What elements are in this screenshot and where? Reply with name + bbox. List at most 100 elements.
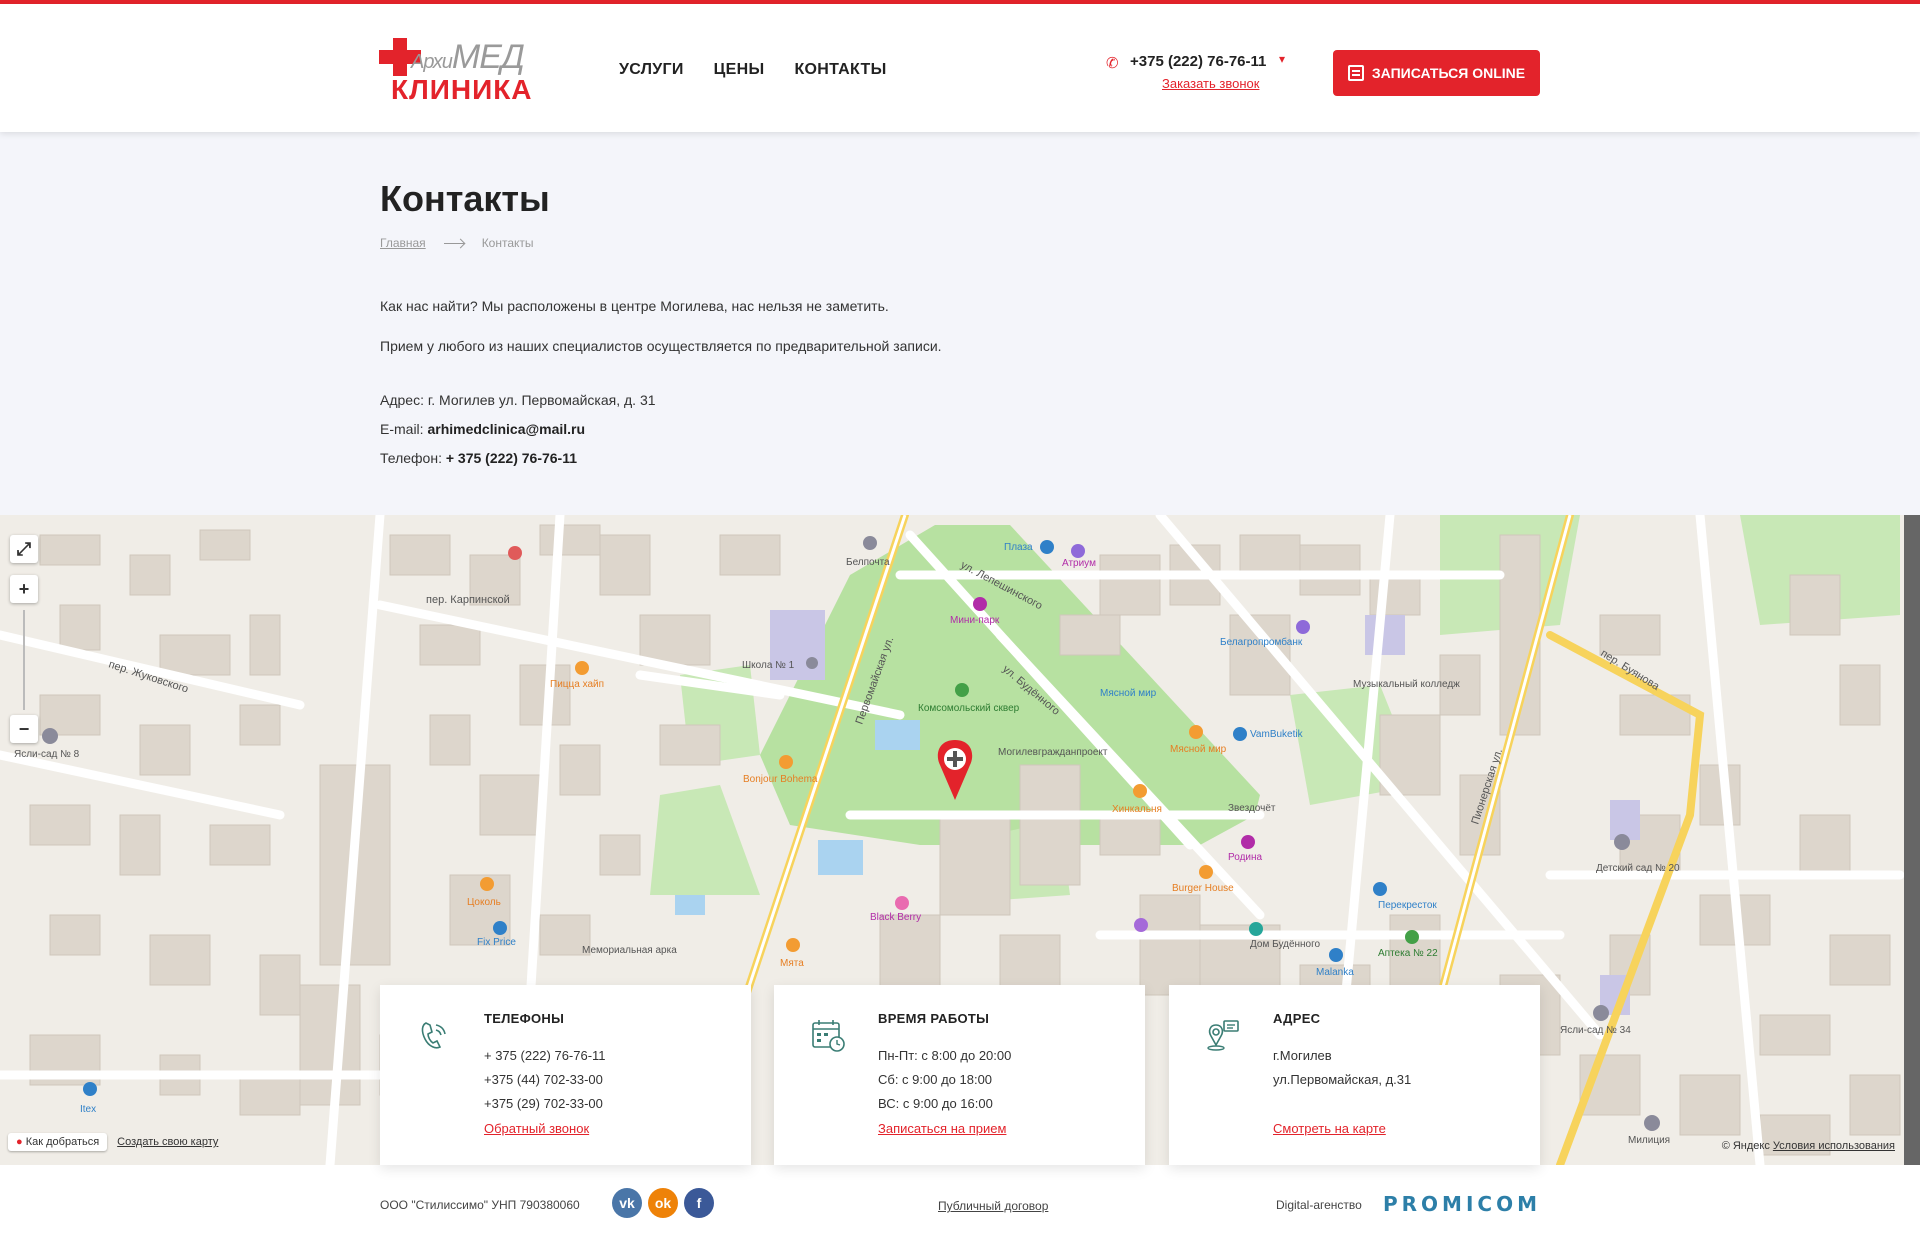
map-label-itex: Itex — [80, 1104, 96, 1115]
hours-sunday: ВС: с 9:00 до 16:00 — [878, 1096, 993, 1111]
breadcrumb: Главная Контакты — [380, 236, 534, 250]
book-online-button[interactable]: ЗАПИСАТЬСЯ ONLINE — [1333, 50, 1540, 96]
map-label-zvezdochet: Звездочёт — [1228, 803, 1276, 814]
breadcrumb-current: Контакты — [481, 236, 534, 250]
phone-2[interactable]: +375 (44) 702-33-00 — [484, 1072, 603, 1087]
location-pin-icon — [1207, 1020, 1239, 1051]
map-label-belpochta: Белпочта — [846, 557, 890, 568]
hours-card: ВРЕМЯ РАБОТЫ Пн-Пт: с 8:00 до 20:00 Сб: … — [774, 985, 1145, 1165]
map-label-apteka: Аптека № 22 — [1378, 948, 1438, 959]
order-call-link[interactable]: Заказать звонок — [1162, 76, 1259, 91]
facebook-icon[interactable]: f — [684, 1188, 714, 1218]
header-phone[interactable]: +375 (222) 76-76-11 — [1130, 53, 1266, 70]
odnoklassniki-icon[interactable]: ok — [648, 1188, 678, 1218]
hours-weekdays: Пн-Пт: с 8:00 до 20:00 — [878, 1048, 1012, 1063]
zoom-out-button[interactable]: − — [10, 715, 38, 743]
map-label-militsiya: Милиция — [1628, 1135, 1670, 1146]
address-street: ул.Первомайская, д.31 — [1273, 1072, 1412, 1087]
map-label-malanka: Malanka — [1316, 967, 1354, 978]
map-label-rodina: Родина — [1228, 852, 1263, 863]
map-label-yasli34: Ясли-сад № 34 — [1560, 1025, 1631, 1036]
map-footer-links: ● Как добраться Создать свою карту — [8, 1133, 218, 1151]
phone-link[interactable]: + 375 (222) 76-76-11 — [446, 450, 577, 466]
public-contract-link[interactable]: Публичный договор — [938, 1199, 1048, 1213]
hours-title: ВРЕМЯ РАБОТЫ — [878, 1011, 990, 1026]
map-label-yasli8: Ясли-сад № 8 — [14, 749, 80, 760]
nav-item-prices[interactable]: ЦЕНЫ — [714, 61, 765, 79]
map-label-myata: Мята — [780, 958, 804, 969]
phone-outline-icon — [421, 1022, 446, 1049]
logo-text-bottom: КЛИНИКА — [391, 74, 533, 105]
agency-label: Digital-агенство — [1276, 1198, 1362, 1212]
form-icon — [1347, 65, 1364, 81]
map-label-belagro: Белагропромбанк — [1220, 636, 1303, 648]
email-line: E-mail: arhimedclinica@mail.ru — [380, 421, 586, 437]
map-label-burger: Burger House — [1172, 883, 1234, 894]
address-city: г.Могилев — [1273, 1048, 1332, 1063]
map-label-detsad20: Детский сад № 20 — [1596, 863, 1680, 874]
phone-icon: ✆ — [1106, 55, 1119, 72]
nav-item-contacts[interactable]: КОНТАКТЫ — [794, 61, 886, 79]
arrow-right-icon — [443, 242, 464, 244]
view-on-map-link[interactable]: Смотреть на карте — [1273, 1121, 1386, 1136]
calendar-clock-icon — [812, 1020, 845, 1052]
map-label-zvezdochet-shop: Мясной мир — [1100, 688, 1157, 699]
book-online-label: ЗАПИСАТЬСЯ ONLINE — [1371, 65, 1526, 81]
zoom-slider[interactable] — [23, 610, 25, 710]
chevron-down-icon[interactable]: ▾ — [1279, 52, 1285, 66]
map-label-komsomolsky: Комсомольский сквер — [918, 703, 1020, 714]
phones-title: ТЕЛЕФОНЫ — [484, 1011, 565, 1026]
address-line: Адрес: г. Могилев ул. Первомайская, д. 3… — [380, 392, 656, 408]
site-footer: ООО "Стилиссимо" УНП 790380060 vk ok f П… — [0, 1165, 1920, 1245]
book-appointment-link[interactable]: Записаться на прием — [878, 1121, 1006, 1136]
map-label-memorial: Мемориальная арка — [582, 945, 677, 956]
terms-link[interactable]: Условия использования — [1773, 1140, 1895, 1152]
map-attribution: © Яндекс Условия использования — [1721, 1140, 1895, 1152]
phone-3[interactable]: +375 (29) 702-33-00 — [484, 1096, 603, 1111]
map-label-myasnoy: Мясной мир — [1170, 744, 1227, 755]
email-link[interactable]: arhimedclinica@mail.ru — [427, 421, 585, 437]
site-header: АрхиМЕД КЛИНИКА УСЛУГИ ЦЕНЫ КОНТАКТЫ ✆ +… — [0, 4, 1920, 132]
map-label-blackberry: Black Berry — [870, 912, 921, 923]
hours-saturday: Сб: с 9:00 до 18:00 — [878, 1072, 993, 1087]
main-nav: УСЛУГИ ЦЕНЫ КОНТАКТЫ — [619, 61, 887, 79]
map-label-fixprice: Fix Price — [477, 937, 516, 948]
map-label-tsokol: Цоколь — [467, 897, 501, 908]
breadcrumb-home[interactable]: Главная — [380, 236, 426, 250]
map-label-pizza: Пицца хайп — [550, 679, 604, 690]
phones-card: ТЕЛЕФОНЫ + 375 (222) 76-76-11 +375 (44) … — [380, 985, 751, 1165]
pin-icon: ● — [16, 1136, 23, 1148]
logo[interactable]: АрхиМЕД КЛИНИКА — [379, 34, 534, 106]
logo-text-top: АрхиМЕД — [411, 38, 525, 76]
contacts-intro: Контакты Главная Контакты Как нас найти?… — [0, 132, 1920, 515]
map-label-mini-park: Мини-парк — [950, 615, 1000, 626]
map-label-mogilev: Могилевграждан­проект — [998, 747, 1108, 758]
address-title: АДРЕС — [1273, 1011, 1321, 1026]
route-button[interactable]: ● Как добраться — [8, 1133, 108, 1151]
intro-text-2: Прием у любого из наших специалистов осу… — [380, 338, 942, 354]
scrollbar[interactable] — [1904, 515, 1920, 1165]
zoom-in-button[interactable]: + — [10, 575, 38, 603]
map-label-muz: Музыкальный колледж — [1353, 679, 1460, 690]
expand-icon[interactable]: ⤢ — [10, 535, 38, 563]
agency-logo[interactable]: PROMICOM — [1383, 1192, 1541, 1216]
phone-1[interactable]: + 375 (222) 76-76-11 — [484, 1048, 606, 1063]
map-label-hinkalnya: Хинкальня — [1112, 804, 1162, 815]
map-label-perekrestok: Перекресток — [1378, 900, 1437, 911]
map-label-plaza: Плаза — [1004, 542, 1033, 553]
company-info: ООО "Стилиссимо" УНП 790380060 — [380, 1198, 580, 1212]
page-title: Контакты — [380, 178, 550, 219]
address-card: АДРЕС г.Могилев ул.Первомайская, д.31 См… — [1169, 985, 1540, 1165]
intro-text-1: Как нас найти? Мы расположены в центре М… — [380, 298, 889, 314]
phone-line: Телефон: + 375 (222) 76-76-11 — [380, 450, 578, 466]
map-label-atrium: Атриум — [1062, 558, 1096, 569]
map-label-vambuketik: VamBuketik — [1250, 729, 1304, 740]
callback-link[interactable]: Обратный звонок — [484, 1121, 589, 1136]
map-label-dom: Дом Будённого — [1250, 939, 1321, 950]
map-label-bonjour: Bonjour Bohema — [743, 774, 818, 785]
create-map-link[interactable]: Создать свою карту — [117, 1136, 218, 1148]
map-label-karpinskoy: пер. Карпинской — [426, 594, 510, 606]
map-label-shkola: Школа № 1 — [742, 660, 795, 671]
vk-icon[interactable]: vk — [612, 1188, 642, 1218]
nav-item-services[interactable]: УСЛУГИ — [619, 61, 684, 79]
